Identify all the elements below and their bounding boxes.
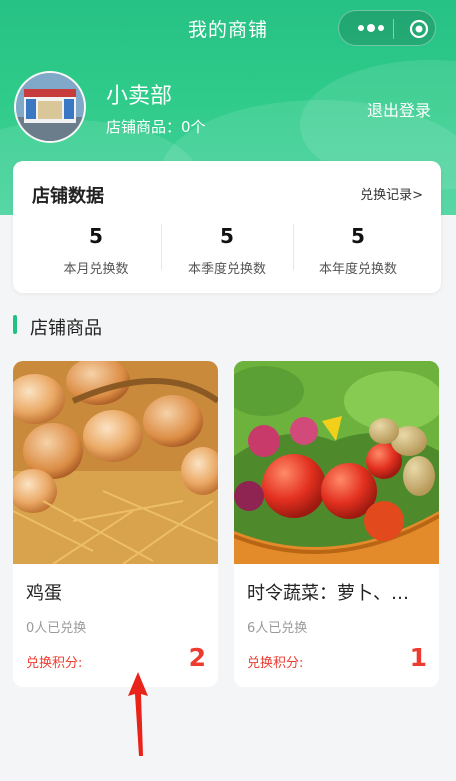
- logout-button[interactable]: 退出登录: [367, 97, 431, 121]
- shop-avatar: [14, 71, 86, 143]
- product-name: 鸡蛋: [26, 583, 62, 604]
- stats-title: 店铺数据: [32, 186, 104, 207]
- stat-month-value: 5: [89, 224, 103, 248]
- product-name: 时令蔬菜：萝卜、…: [247, 583, 409, 604]
- stat-month-label: 本月兑换数: [63, 262, 129, 277]
- section-title: 店铺商品: [30, 318, 102, 339]
- stat-quarter-value: 5: [220, 224, 234, 248]
- shop-goods-label: 店铺商品：: [106, 118, 182, 136]
- stats-card: 店铺数据 兑换记录> 5 本月兑换数 5 本季度兑换数 5 本年度兑换数: [13, 161, 441, 293]
- stat-quarter-label: 本季度兑换数: [187, 262, 266, 277]
- stat-year-label: 本年度兑换数: [318, 262, 397, 277]
- product-card-vegetables[interactable]: 时令蔬菜：萝卜、… 6人已兑换 兑换积分: 1: [234, 361, 439, 687]
- stat-quarter: 5 本季度兑换数: [156, 224, 298, 277]
- capsule-divider: [393, 19, 394, 39]
- product-redeemed-count: 0人已兑换: [26, 621, 87, 636]
- product-points-value: 1: [409, 643, 427, 672]
- product-points-value: 2: [188, 643, 206, 672]
- red-arrow-annotation: [128, 672, 148, 756]
- shop-goods-value: 0个: [181, 118, 206, 136]
- product-image-vegetables: [234, 361, 439, 564]
- product-points-label: 兑换积分:: [247, 656, 304, 671]
- shop-goods-count: 店铺商品：0个: [106, 116, 206, 137]
- section-accent-bar: [13, 315, 17, 334]
- product-card-eggs[interactable]: 鸡蛋 0人已兑换 兑换积分: 2: [13, 361, 218, 687]
- target-circle-icon[interactable]: [409, 19, 429, 39]
- stat-year-value: 5: [351, 224, 365, 248]
- redeem-records-link[interactable]: 兑换记录>: [360, 184, 423, 203]
- stat-month: 5 本月兑换数: [25, 224, 167, 277]
- more-dots-icon[interactable]: [356, 22, 386, 34]
- mini-program-capsule: [338, 10, 436, 46]
- product-points-label: 兑换积分:: [26, 656, 83, 671]
- product-image-eggs: [13, 361, 218, 564]
- stat-year: 5 本年度兑换数: [287, 224, 429, 277]
- product-redeemed-count: 6人已兑换: [247, 621, 308, 636]
- shop-name: 小卖部: [106, 84, 173, 109]
